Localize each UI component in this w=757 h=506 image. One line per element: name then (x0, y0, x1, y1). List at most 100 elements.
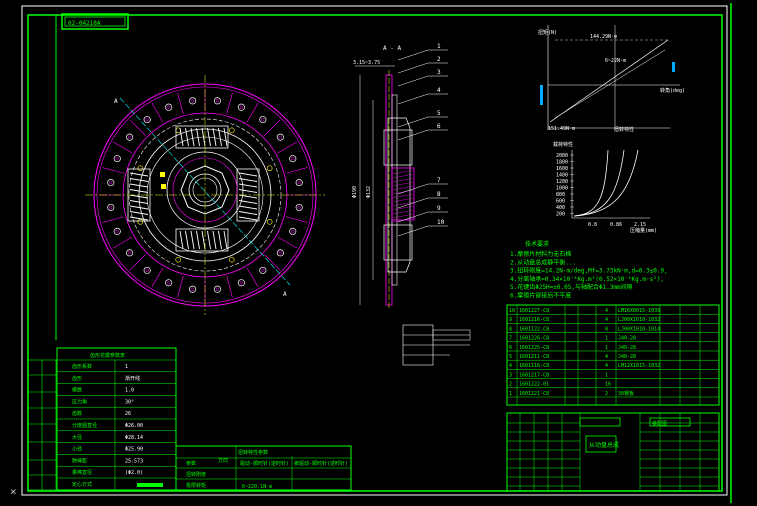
spline-value: Φ26.00 (125, 423, 143, 429)
load-y-tick: 2000 (556, 153, 568, 159)
spline-label: 压力角 (72, 398, 87, 405)
spline-value: 渐开线 (125, 375, 140, 382)
part-number: 4 (509, 363, 512, 369)
segment-divider (102, 167, 124, 174)
balloon-leader (397, 93, 429, 105)
coil-line (129, 172, 149, 177)
rivet-inner (297, 180, 301, 185)
rivet-hole (126, 249, 134, 257)
balloon-number: 1 (437, 43, 441, 50)
segment-divider (151, 267, 164, 287)
plate-rivet (175, 256, 182, 263)
segment-divider (246, 267, 259, 287)
segment-divider (113, 236, 133, 249)
rivet-inner (115, 229, 119, 234)
cad-drawing-canvas[interactable]: 02-04210A A A A - A 3.15~3.75 Φ190 Φ132 … (0, 0, 757, 506)
coil-line (129, 205, 149, 210)
spline-parameter-table[interactable]: 齿形花键参数表 齿形系数 1 齿形 渐开线模数 1.0 压力角 30° 齿数 26 分度圆直径 Φ2… (56, 347, 177, 491)
param-col-driven: 被驱动-顺时针(逆时针) (294, 460, 348, 467)
part-code: 1601216-C8 (519, 317, 549, 323)
part-code: 1601221-C8 (519, 391, 549, 397)
coil-line (238, 205, 258, 210)
part-number: 5 (509, 354, 512, 360)
detail-callouts (402, 324, 471, 366)
segment-divider (286, 216, 308, 223)
coil-line (129, 211, 149, 215)
coil-line (190, 230, 195, 250)
rivet-hole (143, 266, 151, 274)
torsion-characteristic-chart: 144.29N·m 6~22N·m 扭矩(N) 转角(deg) 151.49N·… (538, 25, 685, 133)
coil-line (212, 127, 217, 147)
segment-divider (102, 216, 124, 223)
segment-divider (129, 119, 146, 136)
spline-label: 跨棒距 (72, 457, 87, 464)
rivet-inner (261, 117, 265, 122)
coil-line (212, 230, 217, 250)
coil-line (207, 230, 211, 250)
coil-line (238, 172, 258, 177)
load-x-label: 压缩量(mm) (630, 227, 657, 234)
plate-rivet (266, 218, 273, 225)
load-x-tick: 0.86 (610, 222, 622, 228)
rivet-inner (190, 99, 195, 103)
title-block[interactable]: 从动盘总成 装配图 (506, 412, 720, 492)
param-table-header: 扭转特性参数 (238, 449, 268, 456)
section-mark-a-top: A (114, 98, 118, 105)
note-line: 2.从动盘总成静平衡... (510, 258, 576, 266)
part-code: 1601122-C8 (519, 326, 549, 332)
rivet-inner (291, 229, 295, 234)
rivet-inner (166, 281, 171, 285)
rivet-hole (107, 179, 115, 187)
coil-line (185, 230, 189, 250)
part-number: 7 (509, 336, 512, 342)
param-col-direction: 方向 (218, 457, 228, 464)
rivet-inner (109, 205, 113, 210)
load-y-tick: 800 (556, 192, 565, 198)
revision-column (27, 359, 57, 491)
part-qty: 8 (605, 326, 608, 332)
part-code: 1601116-C8 (519, 363, 549, 369)
param-row-stiffness: 扭转刚度 (186, 471, 206, 478)
part-number: 2 (509, 382, 512, 388)
spline-value: Φ25.90 (125, 447, 143, 453)
rivet-hole (189, 285, 197, 293)
segment-divider (226, 92, 233, 114)
balloon-number: 7 (437, 177, 441, 184)
plate-rivet (228, 256, 235, 263)
plate-rivet (137, 218, 144, 225)
torsion-left-label: 扭矩(N) (538, 29, 557, 36)
torsion-parameter-table[interactable]: 扭转特性参数 参数 方向 驱动-顺时针(逆时针) 被驱动-顺时针(逆时针) 扭转… (175, 445, 352, 491)
rivet-hole (143, 116, 151, 124)
load-y-tick: 1800 (556, 160, 568, 166)
balloon-leader (397, 211, 429, 223)
rivet-hole (295, 203, 303, 211)
balloon-leader (397, 183, 429, 195)
spline-value: (Φ2.0) (125, 470, 143, 476)
segment-divider (286, 167, 308, 174)
load-y-tick: 600 (556, 199, 565, 205)
rivet-hole (259, 116, 267, 124)
segment-divider (151, 103, 164, 123)
drawing-code-box: 02-04210A (61, 13, 129, 30)
part-number: 6 (509, 345, 512, 351)
note-line: 3.扭转刚度=14.2N·m/deg,Mf=3.73kN·m,d=0.3≤0.9… (510, 267, 668, 275)
rivet-hole (189, 97, 197, 105)
parts-list[interactable]: 10 1601227-C8 4 LM16X0015-1039 9 1601216-C8 4 L… (506, 304, 720, 406)
rivet-hole (289, 227, 297, 235)
spline-value: Φ28.14 (125, 435, 143, 441)
coil-line (196, 230, 200, 250)
close-icon[interactable]: × (10, 485, 17, 498)
rivet-hole (107, 203, 115, 211)
segment-divider (277, 236, 297, 249)
section-view-a-a: A - A 3.15~3.75 Φ190 Φ132 1 2 3 4 5 6 7 8 9 10 (352, 43, 448, 310)
coil-line (238, 183, 258, 188)
coil-line (223, 127, 228, 147)
spline-value: 30° (125, 399, 134, 405)
part-qty: 16 (605, 382, 611, 388)
part-name: LJ00X1010-1032 (618, 317, 660, 323)
clutch-disc-front-view: A A (85, 75, 325, 315)
rivet-inner (127, 251, 132, 255)
part-number: 8 (509, 326, 512, 332)
plate-rivet (266, 165, 273, 172)
dim-inner-diameter: Φ132 (366, 186, 372, 198)
